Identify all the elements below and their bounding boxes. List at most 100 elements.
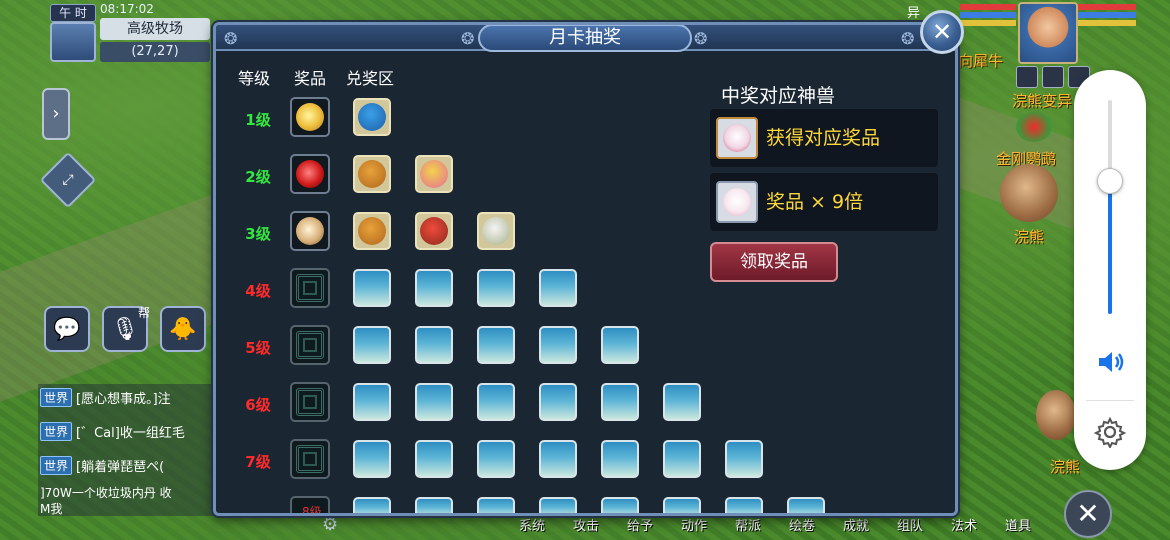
exchange-empty-slot[interactable] — [725, 440, 763, 478]
chat-button[interactable]: 💬 — [44, 306, 90, 352]
bottom-menu-bar: 系统 攻击 给予 动作 帮派 绘卷 成就 组队 法术 道具 — [505, 514, 1045, 540]
exchange-empty-slot[interactable] — [601, 383, 639, 421]
settings-gear-icon[interactable] — [1094, 416, 1126, 448]
chat-log[interactable]: 世界 [愿心想事成。]注 世界 [゛Cal]收一组红毛 世界 [躺着弹琵琶ペ( … — [38, 384, 214, 516]
exchange-empty-slot[interactable] — [539, 326, 577, 364]
exchange-pet-slot[interactable] — [415, 155, 453, 193]
exchange-empty-slot[interactable] — [477, 269, 515, 307]
minimap-panel[interactable]: 午 时 08:17:02 高级牧场 (27,27) — [40, 2, 210, 64]
prize-item-icon[interactable] — [290, 211, 330, 251]
menu-magic[interactable]: 法术 — [937, 514, 991, 540]
exchange-empty-slot[interactable] — [539, 497, 577, 513]
buff-icon[interactable] — [1016, 66, 1038, 88]
exchange-empty-slot[interactable] — [539, 383, 577, 421]
menu-items[interactable]: 道具 — [991, 514, 1045, 540]
menu-action[interactable]: 动作 — [667, 514, 721, 540]
exchange-pet-slot[interactable] — [477, 212, 515, 250]
reward-info-row: 获得对应奖品 — [710, 109, 938, 167]
channel-tag[interactable]: 世界 — [40, 456, 73, 475]
npc-name: 浣熊 — [1050, 458, 1081, 476]
level-label: 1级 — [245, 111, 271, 129]
knot-pattern-icon — [296, 331, 324, 359]
guild-badge: 帮 — [138, 306, 151, 320]
pet-icon — [358, 217, 386, 245]
exchange-empty-slot[interactable] — [663, 497, 701, 513]
exchange-empty-slot[interactable] — [477, 497, 515, 513]
exchange-empty-slot[interactable] — [415, 440, 453, 478]
pet-icon — [358, 160, 386, 188]
exchange-empty-slot[interactable] — [477, 326, 515, 364]
exchange-empty-slot[interactable] — [539, 269, 577, 307]
exchange-empty-slot[interactable] — [415, 497, 453, 513]
volume-fill — [1108, 181, 1112, 314]
column-header-prize: 奖品 — [294, 69, 327, 88]
locked-prize-icon[interactable] — [290, 382, 330, 422]
settings-gear-icon[interactable]: ⚙ — [322, 514, 338, 535]
exchange-pet-slot[interactable] — [353, 212, 391, 250]
exchange-empty-slot[interactable] — [353, 383, 391, 421]
locked-prize-icon[interactable] — [290, 439, 330, 479]
raccoon-npc[interactable] — [1036, 390, 1076, 440]
exchange-pet-slot[interactable] — [353, 155, 391, 193]
exchange-empty-slot[interactable] — [353, 326, 391, 364]
minimap-icon[interactable] — [50, 22, 96, 62]
menu-scroll[interactable]: 绘卷 — [775, 514, 829, 540]
level-label: 5级 — [245, 339, 271, 357]
locked-prize-icon[interactable] — [290, 268, 330, 308]
menu-team[interactable]: 组队 — [883, 514, 937, 540]
buff-icon[interactable] — [1042, 66, 1064, 88]
location-name: 高级牧场 — [100, 18, 210, 40]
pet-icon — [482, 217, 510, 245]
menu-system[interactable]: 系统 — [505, 514, 559, 540]
exchange-empty-slot[interactable] — [601, 497, 639, 513]
exchange-empty-slot[interactable] — [725, 497, 763, 513]
exchange-empty-slot[interactable] — [601, 440, 639, 478]
exchange-empty-slot[interactable] — [353, 269, 391, 307]
exchange-empty-slot[interactable] — [663, 440, 701, 478]
exchange-empty-slot[interactable] — [477, 383, 515, 421]
menu-guild[interactable]: 帮派 — [721, 514, 775, 540]
pet-icon — [420, 160, 448, 188]
hp-bar — [960, 4, 1016, 10]
anger-bar — [1078, 20, 1136, 26]
locked-prize-icon[interactable] — [290, 325, 330, 365]
menu-attack[interactable]: 攻击 — [559, 514, 613, 540]
exchange-pet-slot[interactable] — [415, 212, 453, 250]
expand-side-tab[interactable]: › — [42, 88, 70, 140]
swirl-ornament-icon: ❂ — [694, 29, 708, 48]
exchange-empty-slot[interactable] — [353, 497, 391, 513]
parrot-npc[interactable] — [1016, 112, 1052, 142]
knot-pattern-icon — [296, 388, 324, 416]
volume-slider-knob[interactable] — [1097, 168, 1123, 194]
level-label: 3级 — [245, 225, 271, 243]
prize-item-icon[interactable] — [290, 154, 330, 194]
menu-achievement[interactable]: 成就 — [829, 514, 883, 540]
exchange-empty-slot[interactable] — [415, 326, 453, 364]
claim-prize-button[interactable]: 领取奖品 — [710, 242, 838, 282]
exchange-empty-slot[interactable] — [415, 269, 453, 307]
column-header-exchange: 兑奖区 — [346, 69, 395, 88]
exchange-empty-slot[interactable] — [601, 326, 639, 364]
raccoon-npc[interactable] — [1000, 164, 1058, 222]
channel-tag[interactable]: 世界 — [40, 422, 73, 441]
channel-tag[interactable]: 世界 — [40, 388, 73, 407]
prize-item-icon[interactable] — [290, 97, 330, 137]
game-clock: 08:17:02 — [100, 2, 154, 16]
exchange-pet-slot[interactable] — [353, 98, 391, 136]
speaker-icon[interactable] — [1096, 348, 1126, 376]
exchange-empty-slot[interactable] — [353, 440, 391, 478]
exchange-empty-slot[interactable] — [539, 440, 577, 478]
exchange-empty-slot[interactable] — [787, 497, 825, 513]
menu-give[interactable]: 给予 — [613, 514, 667, 540]
pet-button[interactable]: 🐥 — [160, 306, 206, 352]
player-avatar[interactable] — [1018, 2, 1078, 64]
level-label: 2级 — [245, 168, 271, 186]
exchange-empty-slot[interactable] — [663, 383, 701, 421]
exchange-empty-slot[interactable] — [415, 383, 453, 421]
divider — [1086, 400, 1134, 401]
close-dialog-button[interactable]: ✕ — [920, 10, 964, 54]
close-menu-button[interactable]: ✕ — [1064, 490, 1112, 538]
exchange-empty-slot[interactable] — [477, 440, 515, 478]
chat-text: M我 — [40, 502, 63, 516]
monthly-lottery-dialog: ❂ ❂ ❂ ❂ 月卡抽奖 等级 奖品 兑奖区 1级 2级 3级 4级 5级 6级 7级 8级… — [213, 22, 958, 516]
